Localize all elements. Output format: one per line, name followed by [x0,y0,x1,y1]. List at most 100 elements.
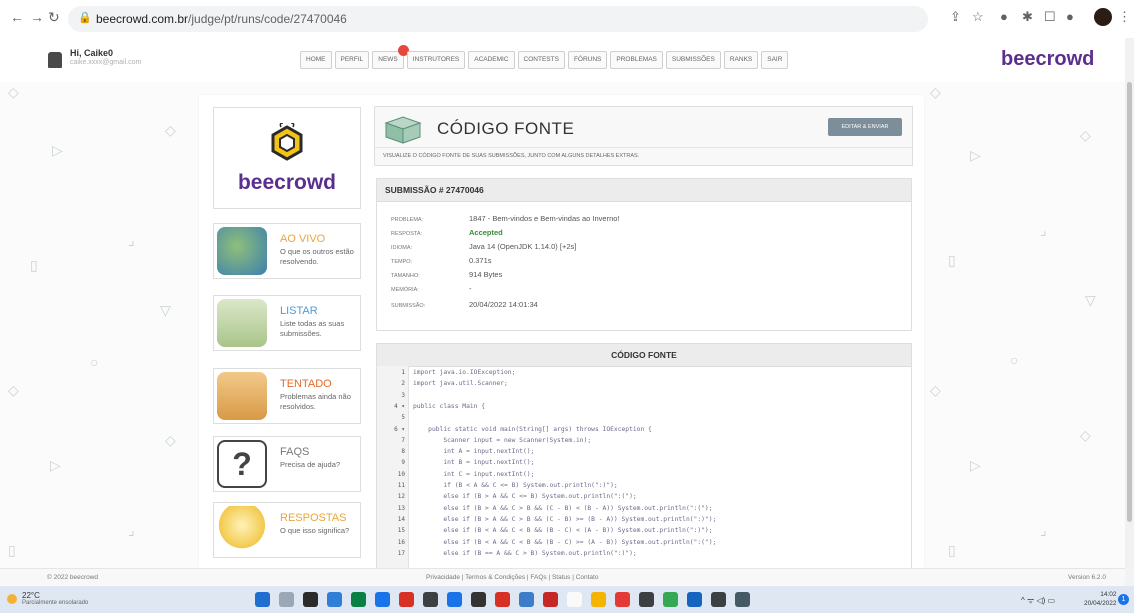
menu-ranks[interactable]: RANKS [723,51,759,69]
sidebar-card-desc: Precisa de ajuda? [280,460,341,469]
taskbar-app-icon[interactable] [399,592,414,607]
browser-toolbar: ← → ↻ 🔒 beecrowd.com.br/judge/pt/runs/co… [0,0,1134,39]
line-number: 5 [401,414,405,422]
menu-instrutores[interactable]: INSTRUTORES [406,51,466,69]
taskbar-app-icon[interactable] [495,592,510,607]
decor-shape: ⌟ [128,522,135,538]
sidebar-card-listar[interactable]: LISTAR Liste todas as suas submissões. [213,295,361,351]
taskbar-app-icon[interactable] [327,592,342,607]
weather-sun-icon[interactable] [7,594,17,604]
sidebar-card-faqs[interactable]: ? FAQS Precisa de ajuda? [213,436,361,492]
decor-shape: ◇ [930,84,941,100]
sidebar-card-ao-vivo[interactable]: AO VIVO O que os outros estão resolvendo… [213,223,361,279]
user-avatar-icon[interactable] [48,52,62,68]
taskbar-app-icon[interactable] [735,592,750,607]
sidebar-card-desc: O que os outros estão resolvendo. [280,247,354,266]
profile-icon[interactable]: ● [1066,9,1074,24]
kebab-menu-icon[interactable]: ⋮ [1118,9,1131,25]
line-number: 2 [401,380,405,388]
address-bar[interactable]: 🔒 beecrowd.com.br/judge/pt/runs/code/274… [68,6,928,32]
sidebar-card-desc: O que isso significa? [280,526,350,535]
weather-widget[interactable]: 22°C Parcialmente ensolarado [22,591,88,606]
beecrowd-logo-card[interactable]: beecrowd [213,107,361,209]
brand-logo-text[interactable]: beecrowd [1001,48,1094,71]
taskbar-app-icon[interactable] [423,592,438,607]
sidebar-card-respostas[interactable]: RESPOSTAS O que isso significa? [213,502,361,558]
taskbar-app-icon[interactable] [519,592,534,607]
menu-perfil[interactable]: PERFIL [334,51,370,69]
code-line: else if (B < A && C < B && (B - C) < (A … [413,527,713,535]
page-scrollbar-thumb[interactable] [1127,82,1132,522]
main-menu: HOME PERFIL NEWS INSTRUTORES ACADEMIC CO… [300,45,789,69]
profile-avatar[interactable] [1094,8,1112,26]
taskbar-app-icon[interactable] [615,592,630,607]
taskbar-app-icon[interactable] [279,592,294,607]
menu-home[interactable]: HOME [300,51,332,69]
footer-links[interactable]: Privacidade | Termos & Condições | FAQs … [426,574,598,581]
line-number: 3 [401,391,405,399]
taskbar-app-icon[interactable] [375,592,390,607]
menu-submissoes[interactable]: SUBMISSÕES [665,51,721,69]
system-tray-icons[interactable]: ^ ᯤ ◁) ▭ [1021,595,1055,606]
decor-shape: ⌟ [128,232,135,248]
reload-icon[interactable]: ↻ [48,9,60,26]
share-icon[interactable]: ⇪ [950,9,961,25]
extensions-puzzle-icon[interactable]: ✱ [1022,9,1033,25]
detail-value[interactable]: 1847 - Bem-vindos e Bem-vindas ao Invern… [469,214,620,223]
taskbar-app-icon[interactable] [255,592,270,607]
taskbar-app-icon[interactable] [711,592,726,607]
source-code-card: CÓDIGO FONTE 1 import java.io.IOException… [376,343,912,570]
decor-shape: ▷ [970,147,981,163]
taskbar-app-icon[interactable] [663,592,678,607]
clock[interactable]: 14:02 20/04/2022 [1084,590,1117,608]
url-text[interactable]: beecrowd.com.br/judge/pt/runs/code/27470… [96,12,347,26]
line-number: 14 [397,515,405,523]
taskbar-app-icon[interactable] [471,592,486,607]
taskbar-app-icon[interactable] [567,592,582,607]
decor-shape: ▯ [948,542,956,558]
decor-shape: ▯ [948,252,956,268]
back-icon[interactable]: ← [10,9,24,25]
taskbar-app-icon[interactable] [591,592,606,607]
decor-shape: ◇ [1080,427,1091,443]
menu-sair[interactable]: SAIR [761,51,789,69]
sidebar-card-title: RESPOSTAS [280,512,347,524]
user-greeting[interactable]: Hi, Caike0 [70,48,113,58]
code-line: public static void main(String[] args) t… [413,425,652,433]
decor-shape: ⌟ [1040,222,1047,238]
notification-count[interactable]: 1 [1118,594,1129,605]
code-editor[interactable]: 1 import java.io.IOException; 2 import java… [377,366,911,569]
taskbar-app-icon[interactable] [351,592,366,607]
menu-news[interactable]: NEWS [372,45,409,69]
menu-academic[interactable]: ACADEMIC [468,51,515,69]
menu-foruns[interactable]: FÓRUNS [567,51,608,69]
sidebar-icon[interactable]: ☐ [1044,9,1056,25]
decor-shape: ▽ [1085,292,1096,308]
sidebar-card-title: TENTADO [280,378,332,390]
detail-row: MEMÓRIA: - [391,284,472,293]
decor-shape: ◇ [8,84,19,100]
taskbar-app-icon[interactable] [543,592,558,607]
copyright-text: © 2022 beecrowd [47,574,99,581]
detail-value: Java 14 (OpenJDK 1.14.0) [+2s] [469,242,577,251]
code-line: import java.io.IOException; [413,369,516,376]
menu-contests[interactable]: CONTESTS [517,51,565,69]
taskbar-app-icon[interactable] [639,592,654,607]
taskbar-app-icon[interactable] [303,592,318,607]
detail-key: TEMPO: [391,259,413,265]
taskbar-app-icon[interactable] [687,592,702,607]
detail-row: TEMPO: 0.371s [391,256,492,265]
code-line: else if (B == A && C > B) System.out.pri… [413,549,637,557]
decor-shape: ○ [90,354,99,370]
line-number: 7 [401,436,405,444]
menu-problemas[interactable]: PROBLEMAS [610,51,663,69]
version-text: Version 6.2.0 [1068,574,1106,581]
detail-key: MEMÓRIA: [391,287,419,293]
edit-submit-button[interactable]: EDITAR & ENVIAR [828,118,902,136]
forward-icon[interactable]: → [30,9,44,25]
sidebar-card-tentado[interactable]: TENTADO Problemas ainda não resolvidos. [213,368,361,424]
taskbar-app-icon[interactable] [447,592,462,607]
user-email: caike.xxxx@gmail.com [70,59,142,66]
bookmark-star-icon[interactable]: ☆ [972,9,984,25]
extension-icon[interactable]: ● [1000,9,1008,24]
